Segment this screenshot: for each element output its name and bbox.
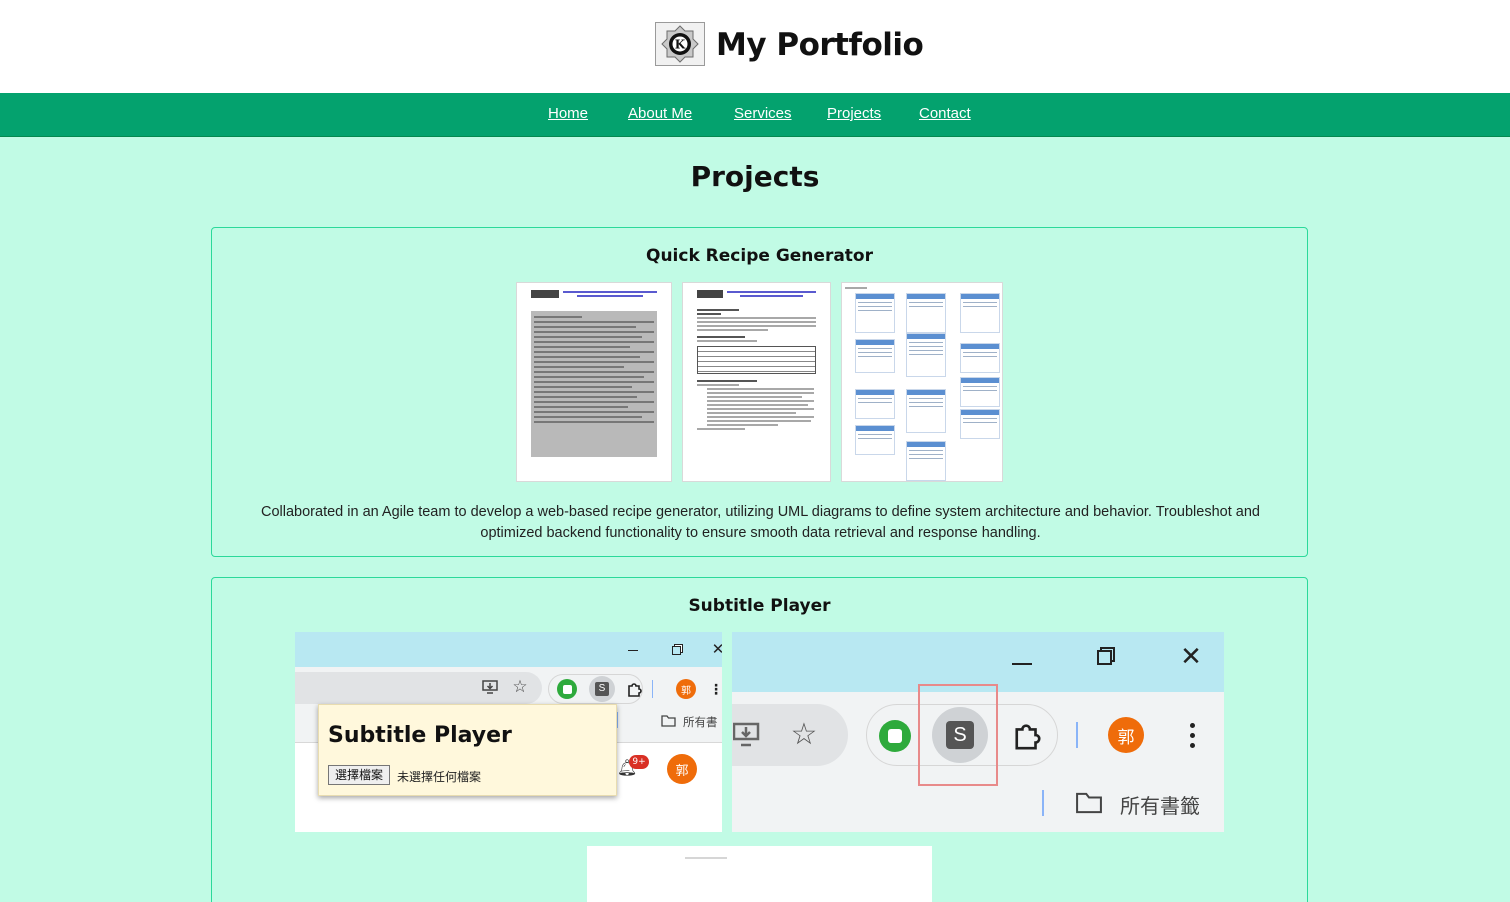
project-description: Collaborated in an Agile team to develop… (261, 504, 1260, 541)
install-app-icon (732, 720, 762, 750)
folder-icon (659, 714, 677, 728)
star-icon: ☆ (512, 677, 528, 696)
project-image-zoomed-toolbar[interactable]: ✕ ☆ S 郭 所有書籤 (732, 632, 1224, 832)
site-title: My Portfolio (716, 27, 924, 63)
extension-popup: Subtitle Player 選擇檔案 未選擇任何檔案 (318, 704, 617, 796)
project-title: Quick Recipe Generator (646, 246, 873, 266)
extension-green-icon (557, 679, 577, 699)
profile-avatar: 郭 (1108, 717, 1144, 753)
subtitle-extension-icon: S (589, 676, 615, 702)
page-heading: Projects (690, 160, 820, 193)
extension-green-icon (879, 720, 911, 752)
star-icon: ☆ (790, 717, 818, 751)
nav-link-contact[interactable]: Contact (919, 105, 971, 122)
popup-title: Subtitle Player (328, 723, 512, 748)
project-image-introduction-document[interactable] (682, 282, 831, 482)
choose-file-button[interactable]: 選擇檔案 (328, 765, 391, 785)
bookmarks-label: 所有書 (683, 715, 718, 729)
main-nav: Home About Me Services Projects Contact (0, 93, 1510, 137)
close-icon: ✕ (711, 641, 722, 658)
nav-link-home[interactable]: Home (548, 105, 588, 122)
project-image-toc-document[interactable] (516, 282, 672, 482)
logo-letter: K (675, 38, 686, 52)
project-title: Subtitle Player (688, 596, 831, 616)
project-image-extension-popup[interactable]: ✕ ☆ S 郭 ⋮ 所有書 🔔︎ 9+ 郭 Subtitle Player 選擇… (295, 632, 722, 832)
menu-kebab-icon: ⋮ (709, 681, 722, 697)
menu-kebab-icon (1182, 718, 1202, 752)
nav-link-about-me[interactable]: About Me (628, 105, 692, 122)
nav-link-projects[interactable]: Projects (827, 105, 881, 122)
logo: K (655, 22, 705, 66)
folder-icon (1072, 790, 1106, 816)
site-header: K My Portfolio (0, 0, 1510, 93)
project-image-document-preview[interactable] (587, 846, 932, 902)
minimize-icon (1010, 652, 1034, 676)
highlight-box (918, 684, 998, 786)
user-avatar: 郭 (667, 754, 697, 784)
notification-badge: 9+ (629, 755, 649, 769)
extensions-puzzle-icon (1011, 718, 1045, 752)
restore-icon (668, 642, 684, 658)
bookmarks-label: 所有書籤 (1120, 794, 1200, 818)
profile-avatar: 郭 (676, 679, 696, 699)
nav-link-services[interactable]: Services (734, 105, 792, 122)
close-icon: ✕ (1180, 640, 1202, 671)
minimize-icon (625, 642, 641, 658)
extensions-puzzle-icon (625, 679, 645, 699)
restore-icon (1094, 644, 1118, 668)
file-status: 未選擇任何檔案 (397, 770, 482, 784)
project-image-uml-diagram[interactable] (841, 282, 1003, 482)
install-app-icon (481, 678, 499, 696)
